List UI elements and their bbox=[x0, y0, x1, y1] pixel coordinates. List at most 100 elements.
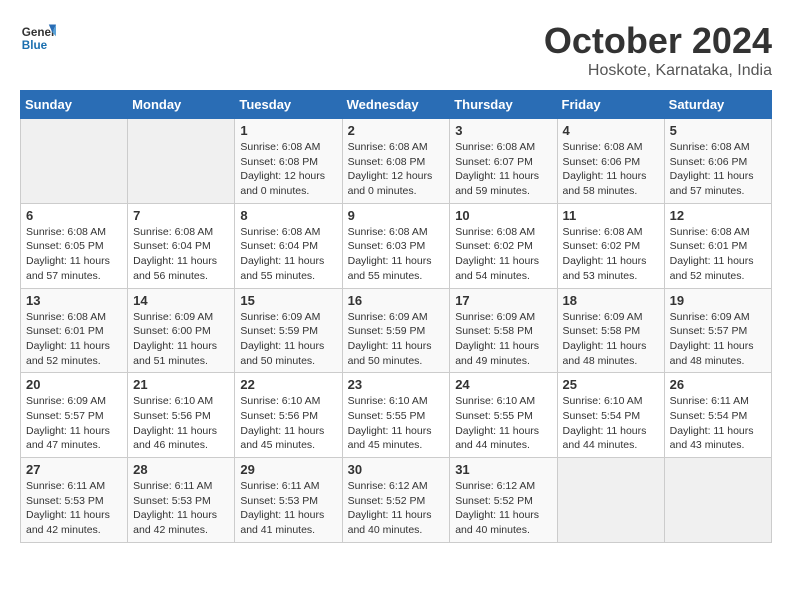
calendar-cell: 31 Sunrise: 6:12 AM Sunset: 5:52 PM Dayli… bbox=[450, 458, 557, 543]
day-info: Sunrise: 6:09 AM Sunset: 5:58 PM Dayligh… bbox=[455, 310, 551, 369]
calendar-cell: 10 Sunrise: 6:08 AM Sunset: 6:02 PM Dayli… bbox=[450, 203, 557, 288]
calendar-week-row: 20 Sunrise: 6:09 AM Sunset: 5:57 PM Dayli… bbox=[21, 373, 772, 458]
day-info: Sunrise: 6:09 AM Sunset: 5:59 PM Dayligh… bbox=[240, 310, 336, 369]
calendar-table: SundayMondayTuesdayWednesdayThursdayFrid… bbox=[20, 90, 772, 543]
day-number: 6 bbox=[26, 208, 122, 223]
day-info: Sunrise: 6:08 AM Sunset: 6:02 PM Dayligh… bbox=[563, 225, 659, 284]
day-info: Sunrise: 6:10 AM Sunset: 5:56 PM Dayligh… bbox=[133, 394, 229, 453]
calendar-cell: 6 Sunrise: 6:08 AM Sunset: 6:05 PM Daylig… bbox=[21, 203, 128, 288]
calendar-cell: 16 Sunrise: 6:09 AM Sunset: 5:59 PM Dayli… bbox=[342, 288, 450, 373]
calendar-cell: 1Sunrise: 6:08 AM Sunset: 6:08 PM Daylig… bbox=[235, 119, 342, 204]
day-number: 11 bbox=[563, 208, 659, 223]
day-info: Sunrise: 6:09 AM Sunset: 5:57 PM Dayligh… bbox=[26, 394, 122, 453]
day-info: Sunrise: 6:11 AM Sunset: 5:54 PM Dayligh… bbox=[670, 394, 766, 453]
day-info: Sunrise: 6:08 AM Sunset: 6:03 PM Dayligh… bbox=[348, 225, 445, 284]
day-info: Sunrise: 6:11 AM Sunset: 5:53 PM Dayligh… bbox=[133, 479, 229, 538]
logo-icon: General Blue bbox=[20, 20, 56, 56]
day-number: 3 bbox=[455, 123, 551, 138]
calendar-cell: 7Sunrise: 6:08 AM Sunset: 6:04 PM Daylig… bbox=[128, 203, 235, 288]
day-number: 16 bbox=[348, 293, 445, 308]
calendar-cell: 17 Sunrise: 6:09 AM Sunset: 5:58 PM Dayli… bbox=[450, 288, 557, 373]
day-info: Sunrise: 6:08 AM Sunset: 6:05 PM Dayligh… bbox=[26, 225, 122, 284]
day-number: 24 bbox=[455, 377, 551, 392]
calendar-week-row: 27 Sunrise: 6:11 AM Sunset: 5:53 PM Dayli… bbox=[21, 458, 772, 543]
day-info: Sunrise: 6:10 AM Sunset: 5:55 PM Dayligh… bbox=[455, 394, 551, 453]
weekday-header: Friday bbox=[557, 91, 664, 119]
day-number: 19 bbox=[670, 293, 766, 308]
calendar-cell: 28 Sunrise: 6:11 AM Sunset: 5:53 PM Dayli… bbox=[128, 458, 235, 543]
day-info: Sunrise: 6:08 AM Sunset: 6:06 PM Dayligh… bbox=[670, 140, 766, 199]
day-info: Sunrise: 6:08 AM Sunset: 6:01 PM Dayligh… bbox=[26, 310, 122, 369]
weekday-header: Monday bbox=[128, 91, 235, 119]
day-info: Sunrise: 6:08 AM Sunset: 6:02 PM Dayligh… bbox=[455, 225, 551, 284]
calendar-cell bbox=[664, 458, 771, 543]
day-info: Sunrise: 6:08 AM Sunset: 6:06 PM Dayligh… bbox=[563, 140, 659, 199]
day-number: 9 bbox=[348, 208, 445, 223]
calendar-cell: 30Sunrise: 6:12 AM Sunset: 5:52 PM Dayli… bbox=[342, 458, 450, 543]
weekday-header: Tuesday bbox=[235, 91, 342, 119]
weekday-header-row: SundayMondayTuesdayWednesdayThursdayFrid… bbox=[21, 91, 772, 119]
calendar-cell: 12Sunrise: 6:08 AM Sunset: 6:01 PM Dayli… bbox=[664, 203, 771, 288]
day-number: 22 bbox=[240, 377, 336, 392]
calendar-cell: 15 Sunrise: 6:09 AM Sunset: 5:59 PM Dayli… bbox=[235, 288, 342, 373]
day-info: Sunrise: 6:08 AM Sunset: 6:08 PM Dayligh… bbox=[348, 140, 445, 199]
calendar-cell: 29 Sunrise: 6:11 AM Sunset: 5:53 PM Dayli… bbox=[235, 458, 342, 543]
calendar-cell: 11 Sunrise: 6:08 AM Sunset: 6:02 PM Dayli… bbox=[557, 203, 664, 288]
svg-text:Blue: Blue bbox=[22, 39, 48, 52]
day-number: 26 bbox=[670, 377, 766, 392]
calendar-cell: 25Sunrise: 6:10 AM Sunset: 5:54 PM Dayli… bbox=[557, 373, 664, 458]
day-number: 1 bbox=[240, 123, 336, 138]
calendar-cell: 4 Sunrise: 6:08 AM Sunset: 6:06 PM Daylig… bbox=[557, 119, 664, 204]
day-info: Sunrise: 6:11 AM Sunset: 5:53 PM Dayligh… bbox=[240, 479, 336, 538]
day-number: 21 bbox=[133, 377, 229, 392]
calendar-cell: 3 Sunrise: 6:08 AM Sunset: 6:07 PM Daylig… bbox=[450, 119, 557, 204]
weekday-header: Saturday bbox=[664, 91, 771, 119]
weekday-header: Thursday bbox=[450, 91, 557, 119]
calendar-cell bbox=[128, 119, 235, 204]
day-info: Sunrise: 6:12 AM Sunset: 5:52 PM Dayligh… bbox=[455, 479, 551, 538]
day-number: 12 bbox=[670, 208, 766, 223]
weekday-header: Sunday bbox=[21, 91, 128, 119]
day-number: 23 bbox=[348, 377, 445, 392]
day-info: Sunrise: 6:08 AM Sunset: 6:07 PM Dayligh… bbox=[455, 140, 551, 199]
day-number: 4 bbox=[563, 123, 659, 138]
weekday-header: Wednesday bbox=[342, 91, 450, 119]
calendar-cell: 23 Sunrise: 6:10 AM Sunset: 5:55 PM Dayli… bbox=[342, 373, 450, 458]
calendar-cell: 21 Sunrise: 6:10 AM Sunset: 5:56 PM Dayli… bbox=[128, 373, 235, 458]
day-number: 17 bbox=[455, 293, 551, 308]
day-number: 10 bbox=[455, 208, 551, 223]
calendar-cell: 22 Sunrise: 6:10 AM Sunset: 5:56 PM Dayli… bbox=[235, 373, 342, 458]
day-info: Sunrise: 6:10 AM Sunset: 5:55 PM Dayligh… bbox=[348, 394, 445, 453]
calendar-cell: 24 Sunrise: 6:10 AM Sunset: 5:55 PM Dayli… bbox=[450, 373, 557, 458]
month-title: October 2024 bbox=[544, 20, 772, 62]
day-info: Sunrise: 6:09 AM Sunset: 5:59 PM Dayligh… bbox=[348, 310, 445, 369]
calendar-cell bbox=[21, 119, 128, 204]
day-number: 20 bbox=[26, 377, 122, 392]
day-info: Sunrise: 6:08 AM Sunset: 6:04 PM Dayligh… bbox=[133, 225, 229, 284]
calendar-cell: 13Sunrise: 6:08 AM Sunset: 6:01 PM Dayli… bbox=[21, 288, 128, 373]
calendar-cell: 20 Sunrise: 6:09 AM Sunset: 5:57 PM Dayli… bbox=[21, 373, 128, 458]
calendar-cell: 8Sunrise: 6:08 AM Sunset: 6:04 PM Daylig… bbox=[235, 203, 342, 288]
day-number: 29 bbox=[240, 462, 336, 477]
day-number: 25 bbox=[563, 377, 659, 392]
calendar-cell: 5Sunrise: 6:08 AM Sunset: 6:06 PM Daylig… bbox=[664, 119, 771, 204]
day-number: 14 bbox=[133, 293, 229, 308]
day-number: 30 bbox=[348, 462, 445, 477]
calendar-cell: 26 Sunrise: 6:11 AM Sunset: 5:54 PM Dayli… bbox=[664, 373, 771, 458]
day-info: Sunrise: 6:11 AM Sunset: 5:53 PM Dayligh… bbox=[26, 479, 122, 538]
calendar-cell: 18Sunrise: 6:09 AM Sunset: 5:58 PM Dayli… bbox=[557, 288, 664, 373]
day-number: 15 bbox=[240, 293, 336, 308]
day-number: 8 bbox=[240, 208, 336, 223]
day-info: Sunrise: 6:09 AM Sunset: 5:57 PM Dayligh… bbox=[670, 310, 766, 369]
day-number: 27 bbox=[26, 462, 122, 477]
calendar-week-row: 1 Sunrise: 6:08 AM Sunset: 6:08 PM Daylig… bbox=[21, 119, 772, 204]
calendar-week-row: 13Sunrise: 6:08 AM Sunset: 6:01 PM Dayli… bbox=[21, 288, 772, 373]
day-number: 2 bbox=[348, 123, 445, 138]
calendar-cell: 19 Sunrise: 6:09 AM Sunset: 5:57 PM Dayli… bbox=[664, 288, 771, 373]
calendar-cell bbox=[557, 458, 664, 543]
day-info: Sunrise: 6:10 AM Sunset: 5:56 PM Dayligh… bbox=[240, 394, 336, 453]
day-number: 28 bbox=[133, 462, 229, 477]
day-number: 31 bbox=[455, 462, 551, 477]
page-header: General Blue October 2024 Hoskote, Karna… bbox=[20, 20, 772, 80]
title-block: October 2024 Hoskote, Karnataka, India bbox=[544, 20, 772, 80]
